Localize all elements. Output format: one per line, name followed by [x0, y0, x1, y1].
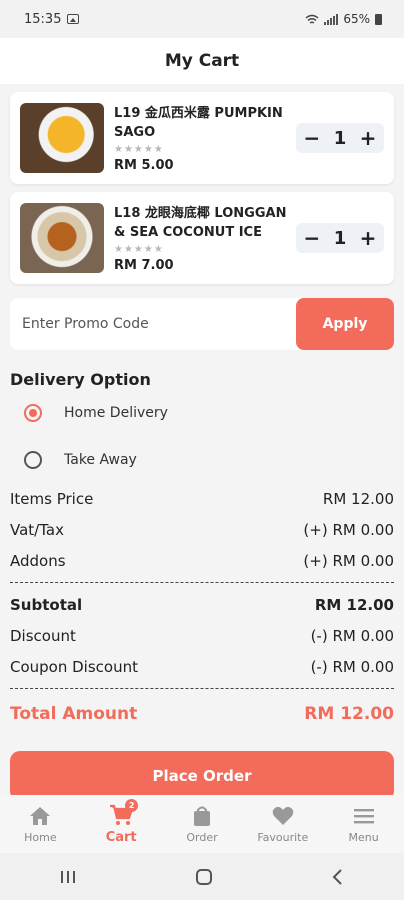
- dashed-divider: [10, 582, 394, 583]
- apply-promo-button[interactable]: Apply: [296, 298, 394, 350]
- signal-icon: [324, 13, 339, 25]
- items-price-row: Items Price RM 12.00: [10, 483, 394, 514]
- home-icon: [29, 804, 51, 828]
- item-name: L18 龙眼海底椰 LONGGAN & SEA COCONUT ICE: [114, 205, 287, 240]
- rating-stars: ★★★★★: [114, 243, 164, 255]
- nav-label: Home: [24, 831, 57, 844]
- delivery-option-label: Take Away: [64, 451, 137, 468]
- longgan-ice-photo: [20, 203, 104, 273]
- menu-icon: [353, 804, 374, 828]
- total-label: Total Amount: [10, 704, 138, 724]
- pumpkin-sago-photo: [20, 103, 104, 173]
- summary-label: Subtotal: [10, 595, 83, 614]
- nav-menu[interactable]: Menu: [329, 804, 399, 844]
- summary-label: Coupon Discount: [10, 657, 138, 676]
- vat-row: Vat/Tax (+) RM 0.00: [10, 514, 394, 545]
- battery-percent: 65%: [343, 12, 370, 26]
- quantity-value: 1: [333, 127, 347, 149]
- page-header: My Cart: [0, 38, 404, 84]
- increase-quantity-button[interactable]: +: [358, 126, 378, 150]
- wifi-icon: [305, 14, 319, 24]
- item-name: L19 金瓜西米露 PUMPKIN SAGO: [114, 105, 283, 140]
- decrease-quantity-button[interactable]: −: [302, 126, 322, 150]
- back-icon[interactable]: [331, 868, 345, 886]
- item-price: RM 7.00: [114, 257, 174, 273]
- heart-icon: [272, 804, 294, 828]
- bottom-nav: Home 2 Cart Order Favourite Menu: [0, 795, 404, 853]
- summary-label: Items Price: [10, 489, 94, 508]
- nav-label: Menu: [348, 831, 379, 844]
- cart-count-badge: 2: [125, 799, 139, 812]
- status-bar: 15:35 65%: [0, 0, 404, 38]
- delivery-option-home[interactable]: Home Delivery: [10, 389, 394, 436]
- summary-label: Addons: [10, 551, 66, 570]
- quantity-stepper: − 1 +: [296, 223, 384, 253]
- increase-quantity-button[interactable]: +: [358, 226, 378, 250]
- nav-order[interactable]: Order: [167, 804, 237, 844]
- nav-cart[interactable]: 2 Cart: [86, 799, 156, 845]
- subtotal-row: Subtotal RM 12.00: [10, 589, 394, 620]
- discount-row: Discount (-) RM 0.00: [10, 620, 394, 651]
- summary-value: RM 12.00: [322, 489, 394, 508]
- promo-code-box: Apply: [10, 298, 394, 350]
- coupon-discount-row: Coupon Discount (-) RM 0.00: [10, 651, 394, 682]
- nav-favourite[interactable]: Favourite: [248, 804, 318, 844]
- promo-code-input[interactable]: [10, 298, 296, 350]
- nav-home[interactable]: Home: [5, 804, 75, 844]
- nav-label: Favourite: [257, 831, 309, 844]
- page-title: My Cart: [164, 51, 240, 71]
- radio-unselected-icon[interactable]: [24, 450, 42, 469]
- battery-icon: [375, 13, 382, 25]
- home-system-icon[interactable]: [195, 868, 213, 886]
- place-order-button[interactable]: Place Order: [10, 751, 394, 801]
- nav-label: Order: [186, 831, 218, 844]
- rating-stars: ★★★★★: [114, 143, 164, 155]
- item-price: RM 5.00: [114, 157, 174, 173]
- summary-value: (-) RM 0.00: [310, 657, 394, 676]
- radio-selected-icon[interactable]: [24, 403, 42, 422]
- delivery-option-takeaway[interactable]: Take Away: [10, 436, 394, 483]
- system-navigation-bar: [0, 853, 404, 900]
- recent-apps-icon[interactable]: [59, 869, 77, 885]
- quantity-stepper: − 1 +: [296, 123, 384, 153]
- delivery-option-label: Home Delivery: [64, 404, 168, 421]
- nav-label: Cart: [105, 830, 137, 845]
- cart-item[interactable]: L19 金瓜西米露 PUMPKIN SAGO ★★★★★ RM 5.00 − 1…: [10, 92, 394, 184]
- summary-value: RM 12.00: [314, 595, 394, 614]
- bag-icon: [192, 804, 212, 828]
- gallery-notification-icon: [67, 14, 80, 24]
- delivery-option-title: Delivery Option: [10, 370, 151, 389]
- total-value: RM 12.00: [304, 704, 394, 724]
- dashed-divider: [10, 688, 394, 689]
- status-time: 15:35: [24, 11, 62, 27]
- total-amount-row: Total Amount RM 12.00: [10, 695, 394, 733]
- summary-label: Discount: [10, 626, 76, 645]
- addons-row: Addons (+) RM 0.00: [10, 545, 394, 576]
- cart-content: L19 金瓜西米露 PUMPKIN SAGO ★★★★★ RM 5.00 − 1…: [0, 92, 404, 801]
- summary-label: Vat/Tax: [10, 520, 64, 539]
- decrease-quantity-button[interactable]: −: [302, 226, 322, 250]
- summary-value: (+) RM 0.00: [303, 520, 394, 539]
- cart-item[interactable]: L18 龙眼海底椰 LONGGAN & SEA COCONUT ICE ★★★★…: [10, 192, 394, 284]
- quantity-value: 1: [333, 227, 347, 249]
- summary-value: (-) RM 0.00: [310, 626, 394, 645]
- summary-value: (+) RM 0.00: [303, 551, 394, 570]
